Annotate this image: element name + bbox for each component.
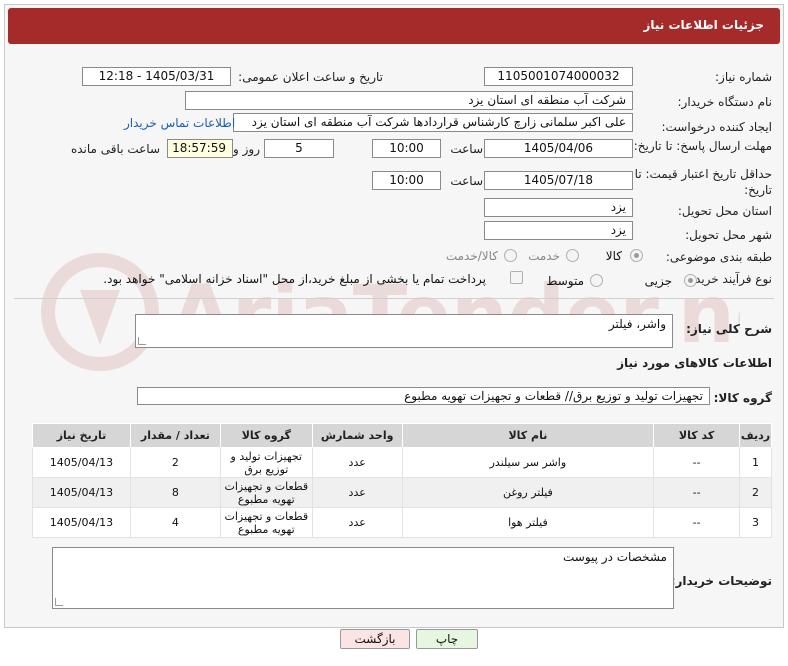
col-header-quantity: تعداد / مقدار xyxy=(129,423,221,448)
goods-group-label: گروه کالا: xyxy=(713,391,772,405)
treasury-payment-note: پرداخت تمام یا بخشی از مبلغ خرید،از محل … xyxy=(103,272,486,286)
process-radio-medium[interactable] xyxy=(590,274,603,287)
goods-table: ردیف کد کالا نام کالا واحد شمارش گروه کا… xyxy=(32,423,772,538)
treasury-payment-checkbox[interactable] xyxy=(510,271,523,284)
announce-label: تاریخ و ساعت اعلان عمومی: xyxy=(238,70,383,84)
city-label: شهر محل تحویل: xyxy=(685,228,772,242)
category-label: طبقه بندی موضوعی: xyxy=(665,250,772,264)
table-row[interactable]: 3 -- فیلتر هوا عدد قطعات و تجهیزات تهویه… xyxy=(32,507,772,538)
buyer-notes-textarea[interactable]: مشخصات در پیوست xyxy=(52,547,674,609)
remaining-time-label: ساعت باقی مانده xyxy=(70,142,160,156)
col-header-unit: واحد شمارش xyxy=(311,423,403,448)
province-field[interactable]: یزد xyxy=(484,198,633,217)
days-label: روز و xyxy=(233,142,260,156)
cell-quantity: 2 xyxy=(129,447,221,478)
cell-group: قطعات و تجهیزات تهویه مطبوع xyxy=(219,477,313,508)
category-option-goods: کالا xyxy=(605,249,622,263)
panel-header: جزئیات اطلاعات نیاز xyxy=(8,8,780,44)
cell-unit: عدد xyxy=(311,447,403,478)
cell-code: -- xyxy=(653,447,741,478)
category-radio-goods[interactable] xyxy=(630,249,643,262)
buyer-org-label: نام دستگاه خریدار: xyxy=(677,95,773,109)
buyer-notes-label: توضیحات خریدار: xyxy=(670,574,772,588)
cell-date: 1405/04/13 xyxy=(32,477,131,508)
category-option-both: کالا/خدمت xyxy=(445,249,498,263)
cell-date: 1405/04/13 xyxy=(32,447,131,478)
cell-name: فیلتر هوا xyxy=(401,507,655,538)
process-option-minor: جزیی xyxy=(644,274,672,288)
cell-group: قطعات و تجهیزات تهویه مطبوع xyxy=(219,507,313,538)
reply-date-field[interactable]: 1405/04/06 xyxy=(484,139,633,158)
creator-label: ایجاد کننده درخواست: xyxy=(661,120,772,134)
process-radio-minor[interactable] xyxy=(684,274,697,287)
section-divider xyxy=(14,298,774,299)
price-deadline-label: حداقل تاریخ اعتبار قیمت: تا تاریخ: xyxy=(634,167,772,197)
col-header-name: نام کالا xyxy=(401,423,655,448)
price-date-field[interactable]: 1405/07/18 xyxy=(484,171,633,190)
resize-grip-icon[interactable] xyxy=(55,598,63,606)
price-time-label: ساعت xyxy=(450,174,483,188)
goods-group-field[interactable]: تجهیزات تولید و توزیع برق// قطعات و تجهی… xyxy=(137,387,710,405)
print-button[interactable]: چاپ xyxy=(416,629,478,649)
announce-field[interactable]: 1405/03/31 - 12:18 xyxy=(82,67,231,86)
back-button[interactable]: بازگشت xyxy=(340,629,410,649)
cell-group: تجهیزات تولید و توزیع برق xyxy=(219,447,313,478)
creator-field[interactable]: علی اکبر سلمانی زارچ کارشناس قراردادها ش… xyxy=(233,113,633,132)
price-time-field[interactable]: 10:00 xyxy=(372,171,441,190)
reply-time-field[interactable]: 10:00 xyxy=(372,139,441,158)
need-number-field[interactable]: 1105001074000032 xyxy=(484,67,633,86)
cell-code: -- xyxy=(653,477,741,508)
need-number-label: شماره نیاز: xyxy=(715,70,772,84)
col-header-date: تاریخ نیاز xyxy=(32,423,131,448)
col-header-group: گروه کالا xyxy=(219,423,313,448)
buyer-org-field[interactable]: شرکت آب منطقه ای استان یزد xyxy=(185,91,633,110)
table-row[interactable]: 2 -- فیلتر روغن عدد قطعات و تجهیزات تهوی… xyxy=(32,477,772,508)
province-label: استان محل تحویل: xyxy=(677,204,772,218)
category-radio-both[interactable] xyxy=(504,249,517,262)
cell-row-number: 1 xyxy=(739,447,772,478)
cell-unit: عدد xyxy=(311,477,403,508)
goods-info-title: اطلاعات کالاهای مورد نیاز xyxy=(617,356,772,370)
col-header-row-number: ردیف xyxy=(739,423,772,448)
reply-deadline-label: مهلت ارسال پاسخ: تا تاریخ: xyxy=(633,139,772,153)
summary-textarea[interactable]: واشر، فیلتر xyxy=(135,314,673,348)
table-header-row: ردیف کد کالا نام کالا واحد شمارش گروه کا… xyxy=(32,423,772,448)
remaining-time-field: 18:57:59 xyxy=(167,139,233,158)
summary-text: واشر، فیلتر xyxy=(608,317,666,331)
cell-date: 1405/04/13 xyxy=(32,507,131,538)
reply-time-label: ساعت xyxy=(450,142,483,156)
days-field[interactable]: 5 xyxy=(264,139,334,158)
cell-name: واشر سر سیلندر xyxy=(401,447,655,478)
cell-unit: عدد xyxy=(311,507,403,538)
cell-row-number: 2 xyxy=(739,477,772,508)
category-radio-service[interactable] xyxy=(566,249,579,262)
process-option-medium: متوسط xyxy=(546,274,584,288)
cell-code: -- xyxy=(653,507,741,538)
contact-buyer-link[interactable]: اطلاعات تماس خریدار xyxy=(124,116,235,130)
cell-name: فیلتر روغن xyxy=(401,477,655,508)
col-header-code: کد کالا xyxy=(653,423,741,448)
category-option-service: خدمت xyxy=(528,249,560,263)
cell-quantity: 4 xyxy=(129,507,221,538)
process-label: نوع فرآیند خرید : xyxy=(687,272,772,286)
buyer-notes-text: مشخصات در پیوست xyxy=(562,550,667,564)
resize-grip-icon[interactable] xyxy=(138,337,146,345)
city-field[interactable]: یزد xyxy=(484,221,633,240)
summary-label: شرح کلی نیاز: xyxy=(686,322,772,336)
table-row[interactable]: 1 -- واشر سر سیلندر عدد تجهیزات تولید و … xyxy=(32,447,772,478)
page-title: جزئیات اطلاعات نیاز xyxy=(643,18,764,32)
cell-row-number: 3 xyxy=(739,507,772,538)
cell-quantity: 8 xyxy=(129,477,221,508)
